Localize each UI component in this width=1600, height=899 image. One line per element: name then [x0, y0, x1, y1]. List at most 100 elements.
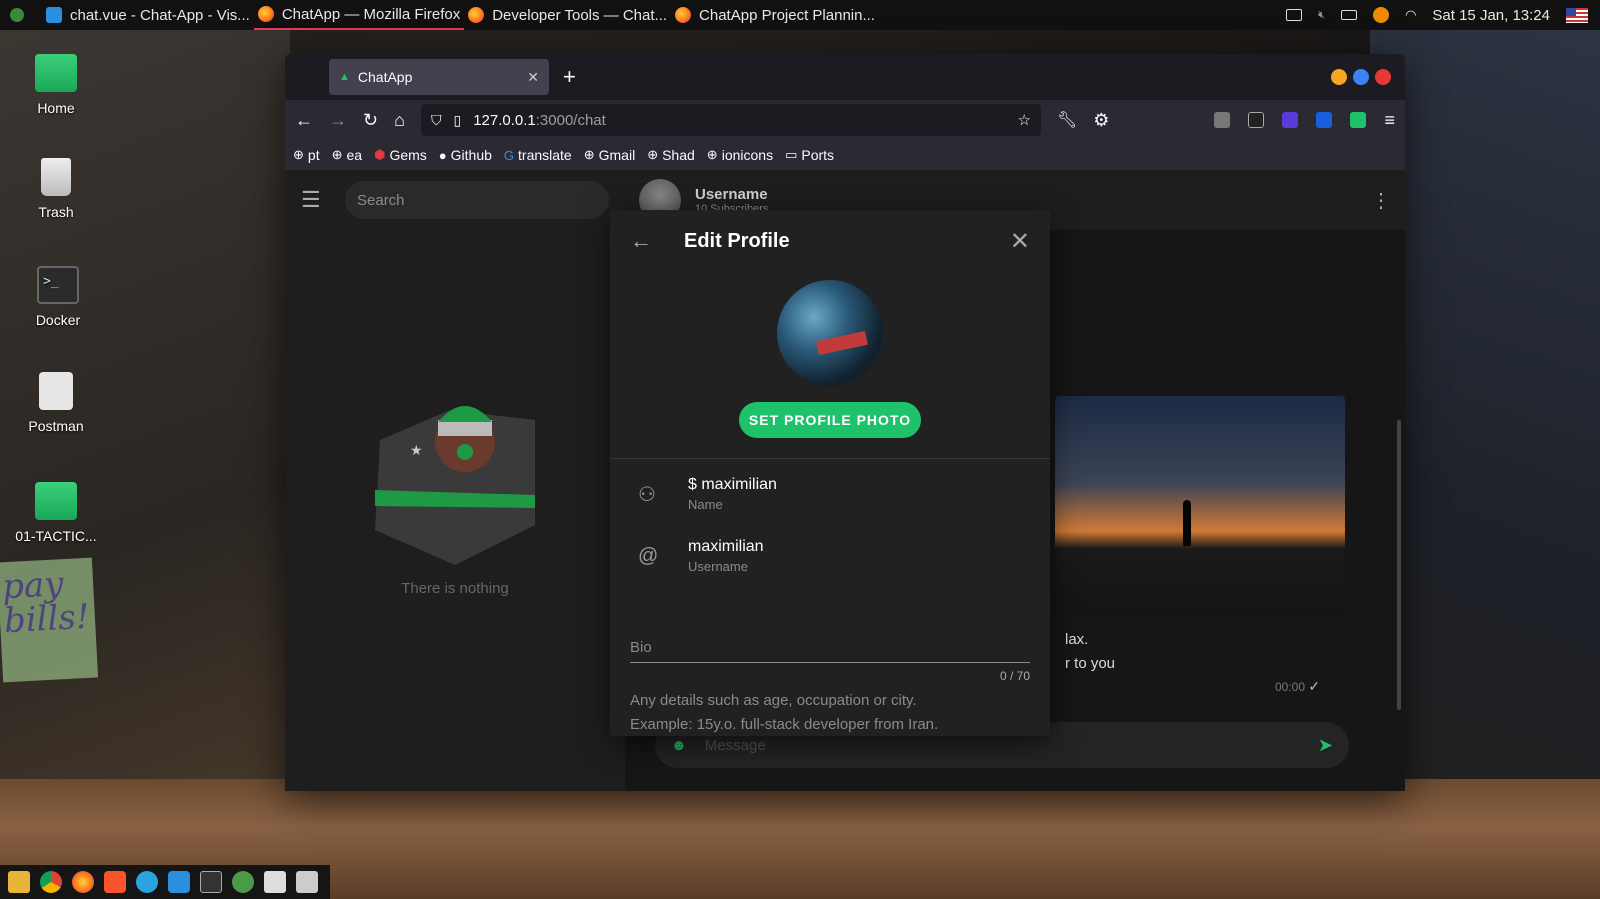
firefox-icon [468, 7, 485, 23]
chrome-icon[interactable] [40, 871, 62, 893]
minimize-button[interactable] [1331, 69, 1347, 85]
search-input[interactable]: Search [345, 181, 609, 219]
empty-state-text: There is nothing [401, 580, 509, 597]
divider [610, 458, 1050, 459]
firefox-icon [257, 6, 274, 22]
url-bar[interactable]: ⛉ ▯ 127.0.0.1 :3000/chat ☆ [420, 104, 1041, 136]
bookmark-ea[interactable]: ⊕ ea [332, 147, 362, 163]
bookmark-pt[interactable]: ⊕ pt [293, 147, 320, 163]
message-photo[interactable] [1055, 396, 1345, 614]
terminal-icon[interactable] [200, 871, 222, 893]
activities-icon[interactable] [0, 0, 42, 30]
person-icon: ⚇ [638, 483, 656, 506]
shield-icon[interactable]: ⛉ [431, 112, 442, 129]
telegram-icon[interactable] [136, 871, 158, 893]
back-arrow-icon[interactable]: ← [630, 228, 670, 254]
wrench-icon[interactable]: 🔧︎ [1057, 110, 1077, 130]
tab-chatapp[interactable]: ▲ ChatApp ✕ [329, 59, 549, 95]
username-field[interactable]: @ maximilian Username [610, 525, 1050, 587]
profile-photo[interactable] [777, 280, 883, 386]
globe-icon: ⊕ [331, 147, 343, 162]
firefox-icon[interactable] [72, 871, 94, 893]
extension-bitwarden-icon[interactable] [1316, 112, 1333, 128]
reload-icon[interactable]: ↻ [363, 110, 378, 131]
firefox-window: ▲ ChatApp ✕ + ← → ↻ ⌂ ⛉ ▯ 127.0.0.1 :300… [285, 54, 1405, 791]
send-icon[interactable]: ➤ [1318, 735, 1333, 756]
task-planning[interactable]: ChatApp Project Plannin... [671, 0, 879, 30]
url-host: 127.0.0.1 [473, 111, 536, 129]
edit-profile-dialog: ← Edit Profile ✕ SET PROFILE PHOTO ⚇ $ m… [610, 210, 1050, 736]
extension-vue-icon[interactable] [1350, 112, 1367, 128]
extension-ghost-icon[interactable] [1214, 112, 1231, 128]
globe-icon: ⊕ [647, 147, 659, 162]
scrollbar[interactable] [1397, 420, 1401, 710]
battery-icon[interactable] [1341, 10, 1358, 20]
folder-icon [35, 482, 77, 520]
wifi-icon[interactable]: ◠ [1405, 7, 1416, 23]
bookmark-ports[interactable]: ▭ Ports [785, 147, 834, 163]
github-icon: ● [438, 147, 447, 163]
gem-icon: ⬢ [374, 147, 386, 162]
mongodb-icon[interactable] [232, 871, 254, 893]
bio-input[interactable]: Bio [630, 627, 1030, 663]
vscode-icon [46, 7, 62, 23]
app-menu-icon[interactable]: ≡ [1384, 110, 1395, 131]
vim-icon[interactable] [264, 871, 286, 893]
name-field[interactable]: ⚇ $ maximilian Name [610, 463, 1050, 525]
task-devtools[interactable]: Developer Tools — Chat... [464, 0, 671, 30]
home-folder-icon [35, 54, 77, 92]
postman-icon[interactable] [296, 871, 318, 893]
bookmark-gmail[interactable]: ⊕ Gmail [584, 147, 635, 163]
message-time: 00:00 ✓ [1275, 678, 1321, 694]
volume-muted-icon[interactable]: 🔇︎ [1318, 9, 1325, 22]
desktop-icon-docker[interactable]: >_ Docker [8, 266, 108, 328]
extensions-area: ≡ [1214, 110, 1395, 131]
close-icon[interactable]: ✕ [1010, 227, 1030, 256]
workspace-switcher-icon[interactable] [1286, 9, 1303, 21]
hamburger-menu-icon[interactable]: ☰ [301, 187, 329, 213]
bio-counter: 0 / 70 [999, 669, 1030, 683]
home-icon[interactable]: ⌂ [394, 110, 405, 131]
desktop-icon-trash[interactable]: Trash [6, 158, 106, 220]
desktop-icon-tactic[interactable]: 01-TACTIC... [6, 482, 106, 544]
chat-list-panel: ☰ Search ★ There is nothing [285, 170, 625, 791]
vscode-icon[interactable] [168, 871, 190, 893]
postit-note: pay bills! [0, 557, 99, 683]
back-icon[interactable]: ← [295, 110, 313, 131]
brave-icon[interactable] [104, 871, 126, 893]
us-flag-icon[interactable] [1566, 7, 1588, 23]
task-vscode[interactable]: chat.vue - Chat-App - Vis... [42, 0, 254, 30]
desktop-icon-postman[interactable]: Postman [6, 372, 106, 434]
more-options-icon[interactable]: ⋮ [1371, 188, 1391, 213]
extension-purple-icon[interactable] [1282, 112, 1299, 128]
close-window-button[interactable] [1375, 69, 1391, 85]
settings-gear-icon[interactable]: ⚙ [1093, 110, 1109, 131]
maximize-button[interactable] [1353, 69, 1369, 85]
task-firefox-chatapp[interactable]: ChatApp — Mozilla Firefox [253, 0, 465, 30]
clock[interactable]: Sat 15 Jan, 13:24 [1432, 7, 1550, 24]
tab-strip: ▲ ChatApp ✕ + [285, 54, 1405, 100]
update-alert-icon[interactable] [1373, 7, 1390, 23]
forward-icon[interactable]: → [329, 110, 347, 131]
set-profile-photo-button[interactable]: SET PROFILE PHOTO [739, 402, 921, 438]
bookmark-gems[interactable]: ⬢ Gems [374, 147, 427, 163]
bookmark-ionicons[interactable]: ⊕ ionicons [707, 147, 773, 163]
at-sign-icon: @ [638, 544, 659, 567]
dialog-header: ← Edit Profile ✕ [610, 210, 1050, 272]
trash-icon [41, 158, 71, 196]
extension-gnu-icon[interactable] [1248, 112, 1265, 128]
emoji-icon[interactable]: ☻ [671, 737, 687, 754]
bookmark-translate[interactable]: Gtranslate [504, 147, 572, 163]
bookmark-github[interactable]: ● Github [439, 147, 492, 163]
new-tab-button[interactable]: + [563, 64, 576, 90]
postman-icon [39, 372, 73, 410]
firefox-icon [675, 7, 692, 23]
bookmark-star-icon[interactable]: ☆ [1018, 111, 1031, 129]
bookmark-shad[interactable]: ⊕ Shad [647, 147, 695, 163]
files-icon[interactable] [8, 871, 30, 893]
close-tab-icon[interactable]: ✕ [527, 69, 539, 86]
globe-icon: ⊕ [583, 147, 595, 162]
folder-icon: ▭ [785, 147, 798, 162]
desktop-icon-home[interactable]: Home [6, 54, 106, 116]
page-icon: ▯ [453, 111, 462, 128]
